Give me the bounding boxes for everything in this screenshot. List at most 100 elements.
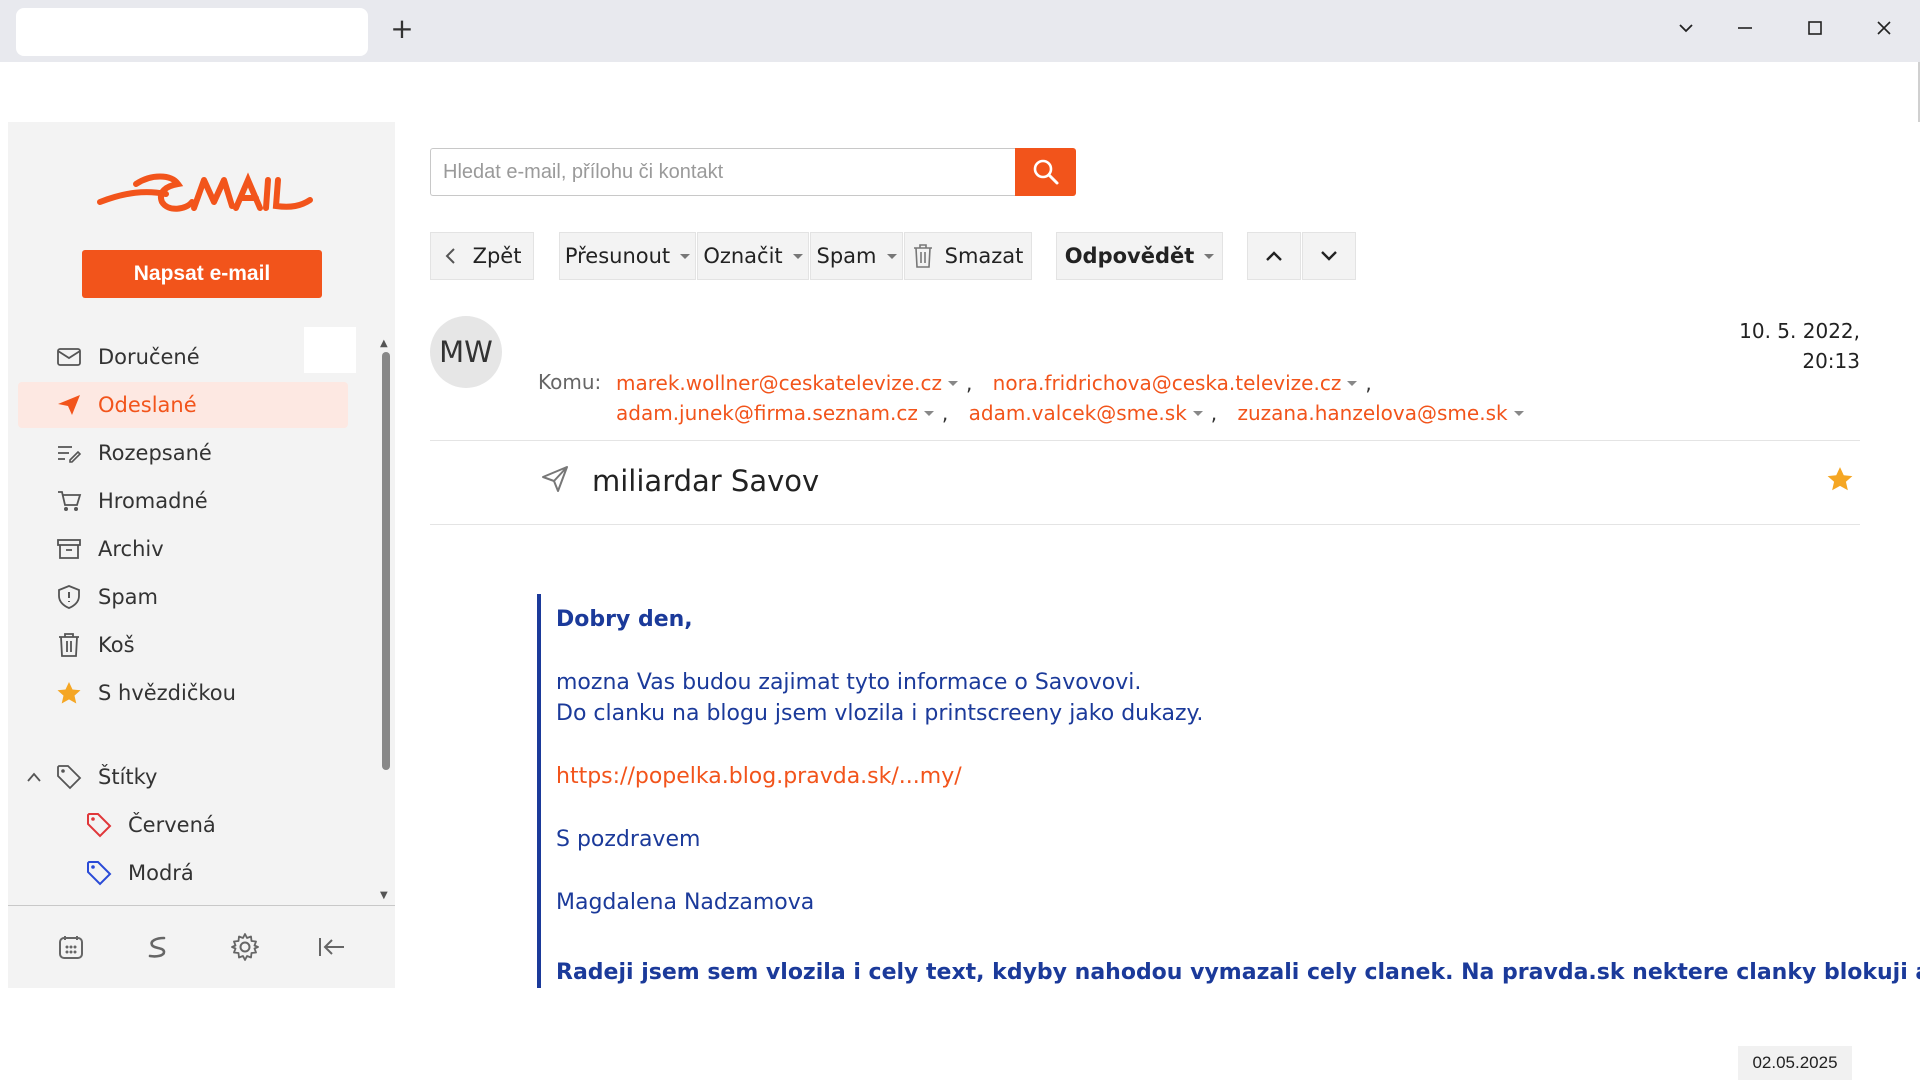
labels-section-header[interactable]: Štítky [8,754,338,800]
divider [430,440,1860,441]
shield-icon [52,584,86,610]
caret-down-icon [923,410,934,416]
archive-icon [52,537,86,561]
calendar-icon[interactable] [51,927,91,967]
browser-titlebar: + [0,0,1920,62]
sidebar-footer [8,905,395,988]
sidebar-item-sent[interactable]: Odeslané [18,382,348,428]
quote-bar [537,594,541,988]
message-body: Dobry den, mozna Vas budou zajimat tyto … [556,604,1876,918]
recipient[interactable]: zuzana.hanzelova@sme.sk [1238,398,1524,428]
caret-down-icon [680,253,691,259]
sidebar-item-label: Rozepsané [98,441,212,465]
body-link[interactable]: https://popelka.blog.pravda.sk/...my/ [556,761,1876,792]
move-button[interactable]: Přesunout [559,232,696,280]
new-tab-button[interactable]: + [386,14,418,46]
blue-tag-icon [82,860,116,886]
previous-message-button[interactable] [1247,232,1301,280]
message-date: 10. 5. 2022, 20:13 [1739,319,1860,373]
page-bottom [0,988,1920,1087]
browser-tab[interactable] [16,8,368,56]
sidebar-item-label: Spam [98,585,158,609]
send-icon [52,393,86,417]
body-signature: Magdalena Nadzamova [556,890,815,915]
to-label: Komu: [538,370,602,394]
sidebar-label-red[interactable]: Červená [18,802,348,848]
sent-icon [540,464,570,498]
browser-toolbar [6,62,1920,122]
caret-down-icon [1192,410,1203,416]
drafts-icon [52,442,86,464]
caret-down-icon [1513,410,1524,416]
recipient[interactable]: marek.wollner@ceskatelevize.cz, [616,368,972,398]
star-toggle-icon[interactable] [1826,466,1854,496]
caret-down-icon [947,380,958,386]
body-last-line: Radeji jsem sem vlozila i cely text, kdy… [556,960,1920,985]
maximize-button[interactable] [1795,14,1835,48]
chevron-left-icon [445,248,455,264]
minimize-button[interactable] [1725,14,1765,48]
sidebar-item-label: Doručené [98,345,200,369]
scroll-up-arrow[interactable]: ▲ [380,338,388,349]
delete-button[interactable]: Smazat [904,232,1032,280]
chevron-up-icon [1266,251,1282,261]
sidebar-item-archive[interactable]: Archiv [18,526,348,572]
caret-down-icon [1347,380,1358,386]
star-icon [52,681,86,705]
sidebar-label-text: Modrá [128,861,194,885]
tab-list-chevron-icon[interactable] [1666,14,1706,48]
divider [430,524,1860,525]
back-button[interactable]: Zpět [430,232,534,280]
body-closing: S pozdravem [556,827,701,852]
sidebar: Napsat e-mail Doručené Odeslané Rozepsan… [8,122,395,988]
compose-email-button[interactable]: Napsat e-mail [82,250,322,298]
sidebar-item-trash[interactable]: Koš [18,622,348,668]
sidebar-scrollbar[interactable] [382,352,390,770]
sidebar-item-spam[interactable]: Spam [18,574,348,620]
scroll-down-arrow[interactable]: ▼ [380,890,388,901]
reply-button[interactable]: Odpovědět [1056,232,1223,280]
search-input[interactable] [430,148,1016,196]
recipient[interactable]: adam.junek@firma.seznam.cz, [616,398,948,428]
recipient[interactable]: nora.fridrichova@ceska.televize.cz, [993,368,1372,398]
search-icon [1033,159,1058,185]
sidebar-item-bulk[interactable]: Hromadné [18,478,348,524]
red-tag-icon [82,812,116,838]
close-window-button[interactable] [1864,14,1904,48]
recipient-list: marek.wollner@ceskatelevize.cz, nora.fri… [616,368,1726,428]
body-greeting: Dobry den, [556,607,693,632]
sidebar-item-inbox[interactable]: Doručené [18,334,348,380]
chevron-up-icon[interactable] [26,771,46,783]
sidebar-item-starred[interactable]: S hvězdičkou [18,670,348,716]
collapse-sidebar-icon[interactable] [312,927,352,967]
inbox-icon [52,346,86,368]
sidebar-item-label: Archiv [98,537,164,561]
caret-down-icon [886,253,897,259]
recipient[interactable]: adam.valcek@sme.sk, [969,398,1218,428]
sidebar-item-label: Odeslané [98,393,197,417]
labels-section-title: Štítky [98,765,158,789]
spam-button[interactable]: Spam [810,232,903,280]
search-button[interactable] [1015,148,1076,196]
trash-icon [52,632,86,658]
sidebar-label-text: Červená [128,813,216,837]
mark-button[interactable]: Označit [697,232,809,280]
sidebar-item-label: S hvězdičkou [98,681,236,705]
sidebar-item-drafts[interactable]: Rozepsané [18,430,348,476]
gear-icon[interactable] [225,927,265,967]
chevron-down-icon [1321,251,1337,261]
caret-down-icon [1204,253,1215,259]
body-line: Do clanku na blogu jsem vlozila i prints… [556,701,1204,726]
cart-icon [52,489,86,513]
next-message-button[interactable] [1302,232,1356,280]
seznam-logo-icon[interactable] [138,927,178,967]
tag-icon [52,764,86,790]
sidebar-label-blue[interactable]: Modrá [18,850,348,896]
sender-avatar: MW [430,316,502,388]
caret-down-icon [792,253,803,259]
sidebar-item-label: Hromadné [98,489,208,513]
taskbar-date: 02.05.2025 [1738,1046,1852,1080]
email-logo[interactable] [96,162,316,222]
message-subject: miliardar Savov [592,464,820,498]
body-line: mozna Vas budou zajimat tyto informace o… [556,670,1142,695]
